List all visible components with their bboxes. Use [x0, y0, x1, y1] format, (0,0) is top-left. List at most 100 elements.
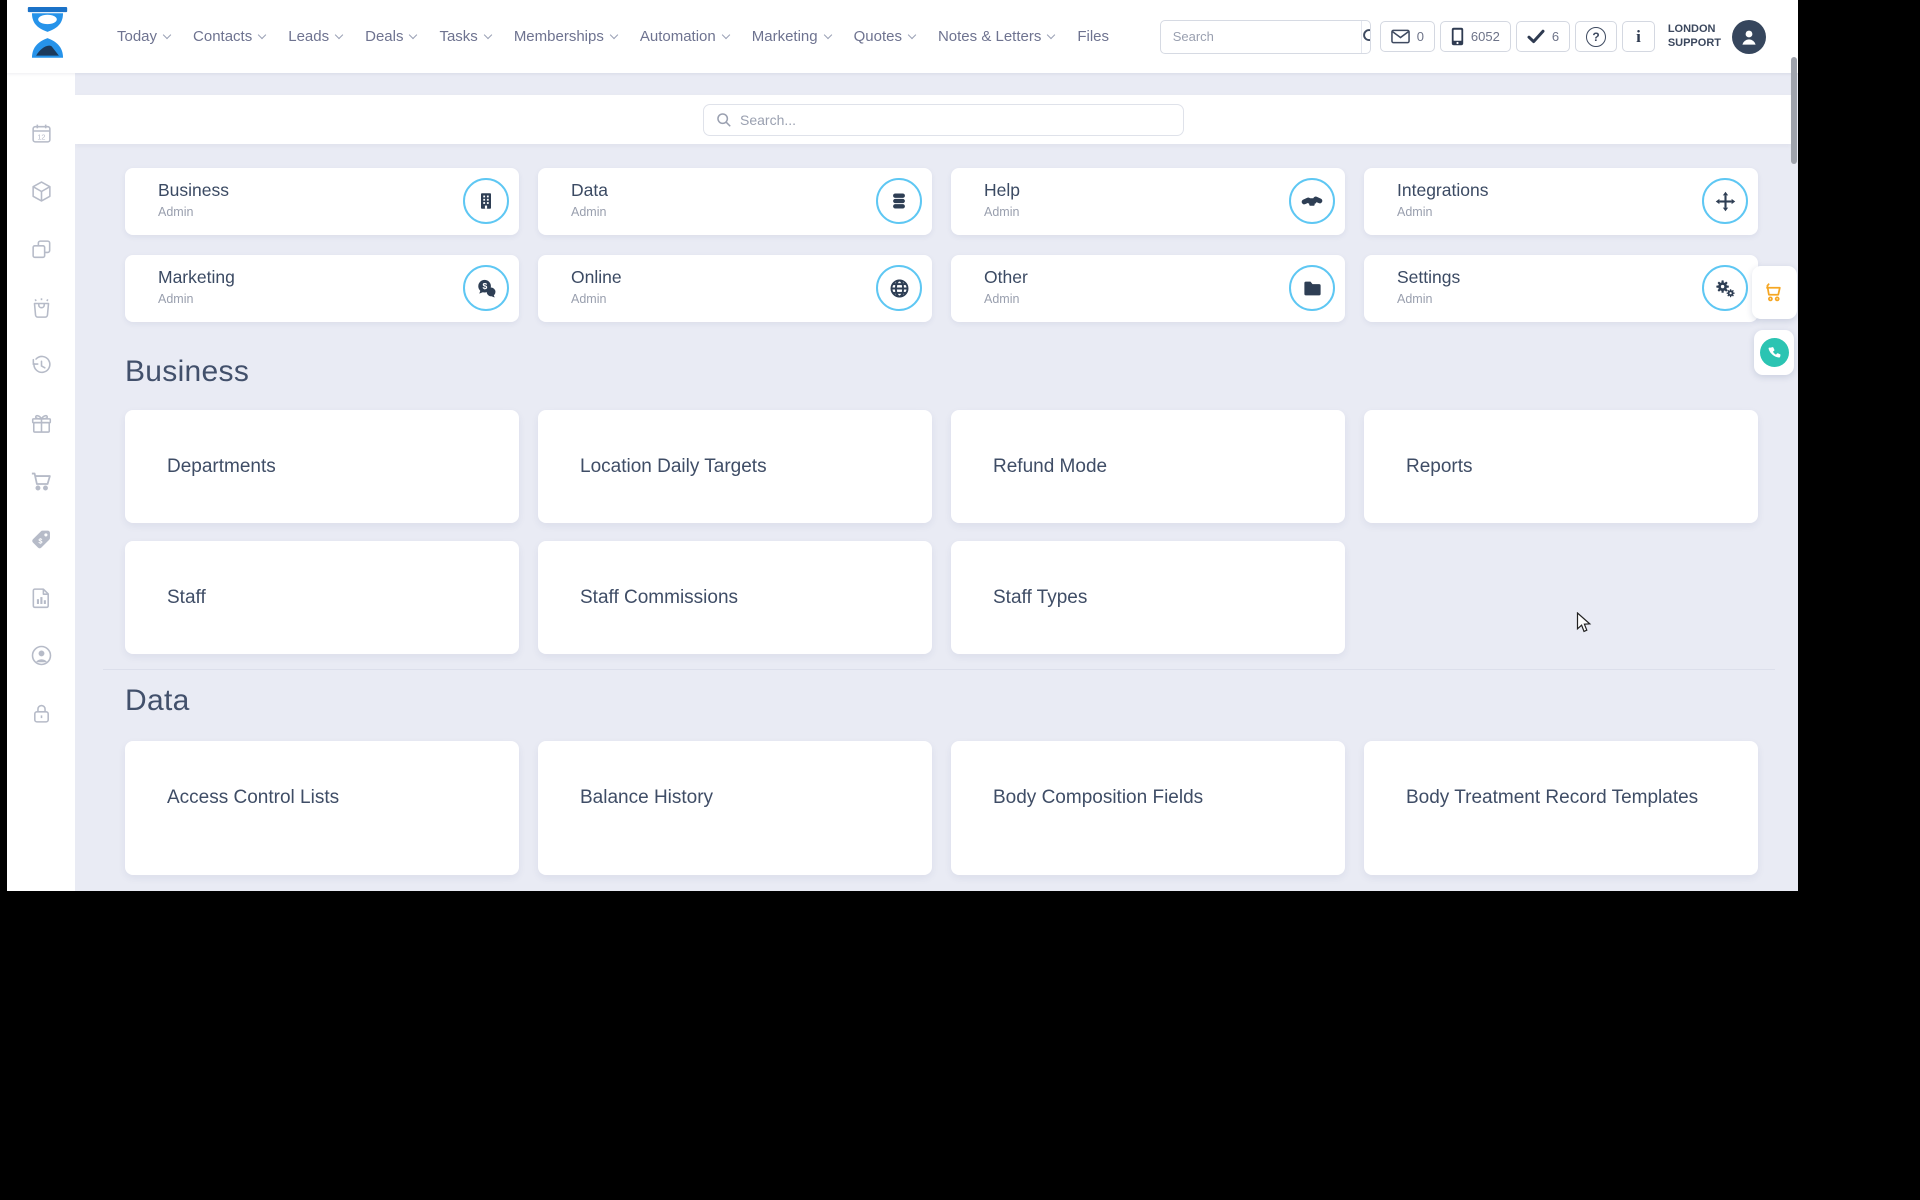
user-circle-icon[interactable]	[30, 644, 53, 667]
cube-icon[interactable]	[30, 180, 53, 203]
category-title: Data	[571, 180, 608, 200]
help-button[interactable]: ?	[1575, 21, 1618, 52]
category-title: Other	[984, 267, 1028, 287]
category-help[interactable]: Help Admin	[951, 168, 1345, 235]
card-location-daily-targets[interactable]: Location Daily Targets	[538, 410, 932, 523]
category-settings[interactable]: Settings Admin	[1364, 255, 1758, 322]
calendar-icon[interactable]: 12	[30, 122, 53, 145]
menu-automation[interactable]: Automation	[640, 28, 730, 45]
floating-phone-chat-button[interactable]	[1754, 330, 1794, 375]
person-icon	[1742, 30, 1756, 45]
category-other[interactable]: Other Admin	[951, 255, 1345, 322]
admin-search-input[interactable]	[740, 112, 1171, 128]
user-name-line2: SUPPORT	[1667, 36, 1721, 49]
lock-icon[interactable]	[30, 702, 53, 725]
user-avatar[interactable]	[1732, 19, 1766, 54]
chevron-down-icon	[257, 30, 267, 39]
calls-button[interactable]: 6052	[1439, 21, 1511, 52]
chevron-down-icon	[483, 30, 493, 39]
category-icon-circle	[876, 178, 922, 224]
info-button[interactable]: i	[1622, 21, 1655, 52]
menu-tasks[interactable]: Tasks	[439, 28, 493, 45]
tasks-done-button[interactable]: 6	[1515, 21, 1571, 52]
card-label: Location Daily Targets	[580, 455, 767, 477]
category-data[interactable]: Data Admin	[538, 168, 932, 235]
shopping-bag-icon[interactable]	[30, 296, 53, 319]
menu-label: Today	[117, 28, 158, 45]
building-icon	[481, 193, 491, 209]
svg-text:12: 12	[37, 132, 45, 141]
menu-today[interactable]: Today	[117, 28, 172, 45]
card-label: Body Treatment Record Templates	[1406, 787, 1699, 808]
messages-button[interactable]: 0	[1379, 21, 1435, 52]
topbar-search-input[interactable]	[1160, 20, 1361, 53]
floating-cart-button[interactable]	[1752, 266, 1797, 319]
card-body-treatment-record-templates[interactable]: Body Treatment Record Templates	[1364, 741, 1758, 875]
card-access-control-lists[interactable]: Access Control Lists	[125, 741, 519, 875]
category-title: Marketing	[158, 267, 235, 287]
category-title: Online	[571, 267, 622, 287]
menu-notes-letters[interactable]: Notes & Letters	[938, 28, 1056, 45]
checkmark-icon	[1527, 29, 1545, 44]
cart-orange-icon	[1765, 282, 1781, 301]
menu-memberships[interactable]: Memberships	[513, 28, 619, 45]
menu-label: Files	[1077, 28, 1110, 45]
search-icon	[717, 113, 731, 127]
top-navbar: Today Contacts Leads Deals Tasks Members…	[7, 0, 1798, 73]
menu-label: Leads	[288, 28, 330, 45]
card-refund-mode[interactable]: Refund Mode	[951, 410, 1345, 523]
card-departments[interactable]: Departments	[125, 410, 519, 523]
card-reports[interactable]: Reports	[1364, 410, 1758, 523]
menu-label: Quotes	[853, 28, 902, 45]
admin-search-box	[703, 104, 1184, 136]
card-label: Reports	[1406, 455, 1473, 477]
topbar-right-cluster: 0 6052 6 ? i	[1159, 19, 1798, 54]
menu-marketing[interactable]: Marketing	[751, 28, 832, 45]
card-label: Staff	[167, 586, 206, 608]
category-icon-circle	[1702, 178, 1748, 224]
menu-label: Tasks	[439, 28, 478, 45]
mouse-cursor	[1576, 611, 1593, 639]
menu-contacts[interactable]: Contacts	[193, 28, 267, 45]
section-heading-business: Business	[125, 355, 250, 388]
category-integrations[interactable]: Integrations Admin	[1364, 168, 1758, 235]
phone-chat-icon	[1768, 346, 1781, 357]
copy-icon[interactable]	[30, 238, 53, 261]
card-body-composition-fields[interactable]: Body Composition Fields	[951, 741, 1345, 875]
category-icon-circle	[1702, 265, 1748, 311]
card-staff-types[interactable]: Staff Types	[951, 541, 1345, 654]
menu-files[interactable]: Files	[1077, 28, 1109, 45]
category-marketing[interactable]: Marketing Admin $	[125, 255, 519, 322]
category-business[interactable]: Business Admin	[125, 168, 519, 235]
menu-deals[interactable]: Deals	[365, 28, 418, 45]
category-online[interactable]: Online Admin	[538, 255, 932, 322]
menu-label: Memberships	[513, 28, 604, 45]
menu-label: Marketing	[751, 28, 818, 45]
card-staff-commissions[interactable]: Staff Commissions	[538, 541, 932, 654]
cart-icon[interactable]	[30, 470, 53, 493]
phone-chat-circle	[1759, 338, 1789, 367]
comments-dollar-icon: $	[477, 279, 495, 297]
topbar-search	[1159, 19, 1371, 54]
brand-logo[interactable]	[24, 7, 71, 70]
category-title: Business	[158, 180, 230, 200]
menu-label: Contacts	[193, 28, 253, 45]
gift-icon[interactable]	[30, 412, 53, 435]
card-staff[interactable]: Staff	[125, 541, 519, 654]
price-tag-icon[interactable]: $	[30, 528, 53, 551]
card-label: Access Control Lists	[167, 787, 340, 808]
report-icon[interactable]	[30, 586, 53, 609]
vertical-scrollbar-thumb[interactable]	[1791, 57, 1797, 164]
category-subtitle: Admin	[1397, 205, 1433, 219]
user-name: LONDON SUPPORT	[1668, 23, 1721, 51]
menu-leads[interactable]: Leads	[288, 28, 344, 45]
search-submit-button[interactable]	[1360, 20, 1370, 53]
menu-quotes[interactable]: Quotes	[853, 28, 917, 45]
category-title: Settings	[1397, 267, 1461, 287]
card-balance-history[interactable]: Balance History	[538, 741, 932, 875]
history-icon[interactable]	[30, 354, 53, 377]
category-subtitle: Admin	[571, 205, 607, 219]
calls-count: 6052	[1470, 29, 1500, 44]
category-title: Integrations	[1397, 180, 1489, 200]
chevron-down-icon	[334, 30, 344, 39]
